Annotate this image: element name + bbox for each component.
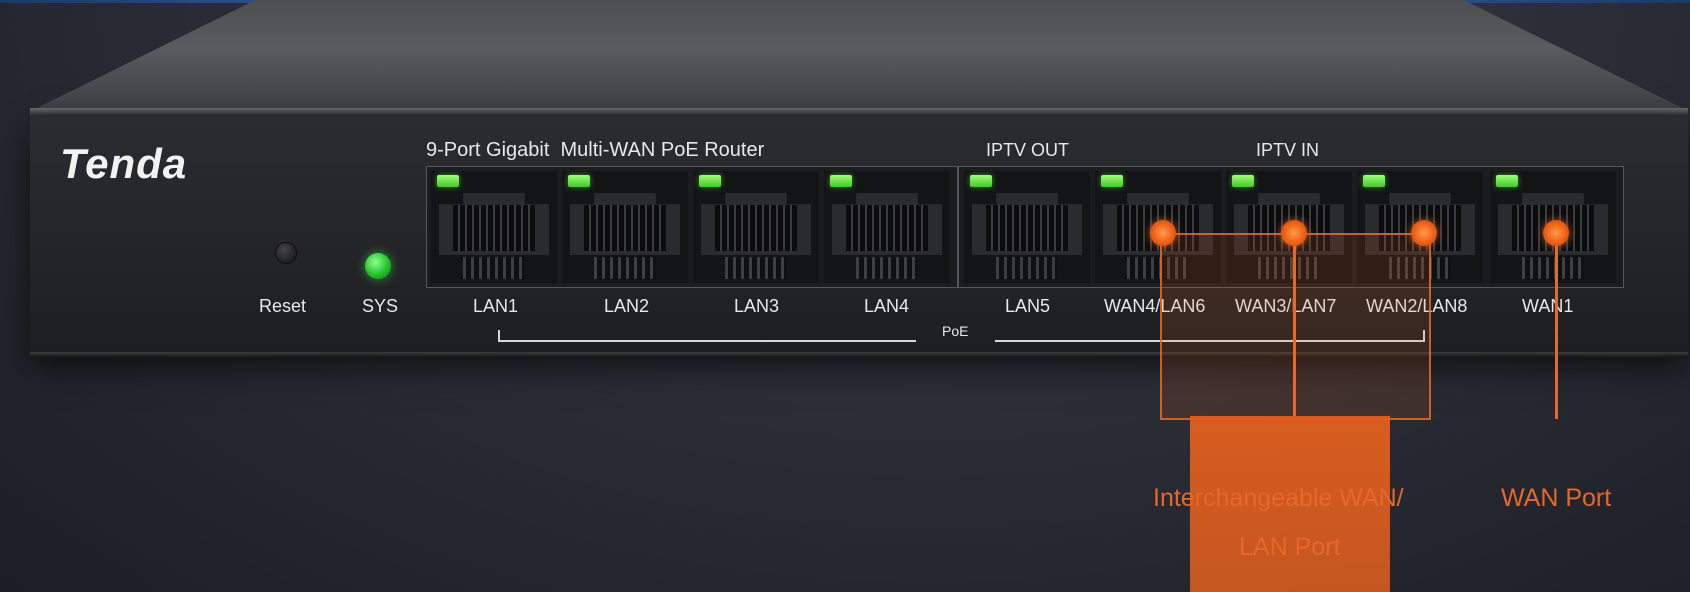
annotation-interchangeable-line1: Interchangeable WAN/ [1153, 484, 1404, 512]
link-led-icon [1363, 175, 1385, 187]
poe-bracket-left [498, 330, 916, 342]
pointer-line [1293, 233, 1296, 416]
port-highlight-dot [1411, 220, 1437, 246]
port-label-wan1: WAN1 [1522, 296, 1574, 316]
link-led-icon [437, 175, 459, 187]
port-lan5[interactable] [964, 171, 1090, 283]
sys-label: SYS [362, 296, 399, 316]
wan-highlight-dot [1543, 220, 1569, 246]
port-label-lan1: LAN1 [473, 296, 519, 316]
port-highlight-dot [1281, 220, 1307, 246]
router-top-surface [32, 0, 1687, 111]
port-highlight-dot [1150, 220, 1176, 246]
port-label-lan3: LAN3 [734, 296, 780, 316]
annotation-wan-port: WAN Port [1501, 484, 1612, 512]
link-led-icon [568, 175, 590, 187]
link-led-icon [1101, 175, 1123, 187]
iptv-out-label: IPTV OUT [986, 140, 1070, 160]
poe-label: PoE [942, 323, 969, 339]
port-label-lan4: LAN4 [864, 296, 910, 316]
port-lan3[interactable] [693, 171, 819, 283]
router-edge [30, 108, 1688, 116]
sys-led-icon [365, 253, 391, 279]
link-led-icon [830, 175, 852, 187]
link-led-icon [1232, 175, 1254, 187]
iptv-in-label: IPTV IN [1256, 140, 1320, 160]
port-lan4[interactable] [824, 171, 950, 283]
port-lan2[interactable] [562, 171, 688, 283]
router-bottom-edge [30, 352, 1688, 358]
brand-logo: Tenda [60, 140, 188, 187]
link-led-icon [699, 175, 721, 187]
port-label-lan5: LAN5 [1005, 296, 1051, 316]
port-label-lan2: LAN2 [604, 296, 650, 316]
reset-label: Reset [259, 296, 307, 316]
link-led-icon [1496, 175, 1518, 187]
port-lan1[interactable] [431, 171, 557, 283]
link-led-icon [970, 175, 992, 187]
annotation-interchangeable-line2: LAN Port [1239, 533, 1341, 561]
model-title: 9-Port Gigabit Multi-WAN PoE Router [426, 139, 765, 161]
wan-pointer-line [1555, 233, 1558, 419]
reset-button[interactable] [276, 243, 296, 263]
